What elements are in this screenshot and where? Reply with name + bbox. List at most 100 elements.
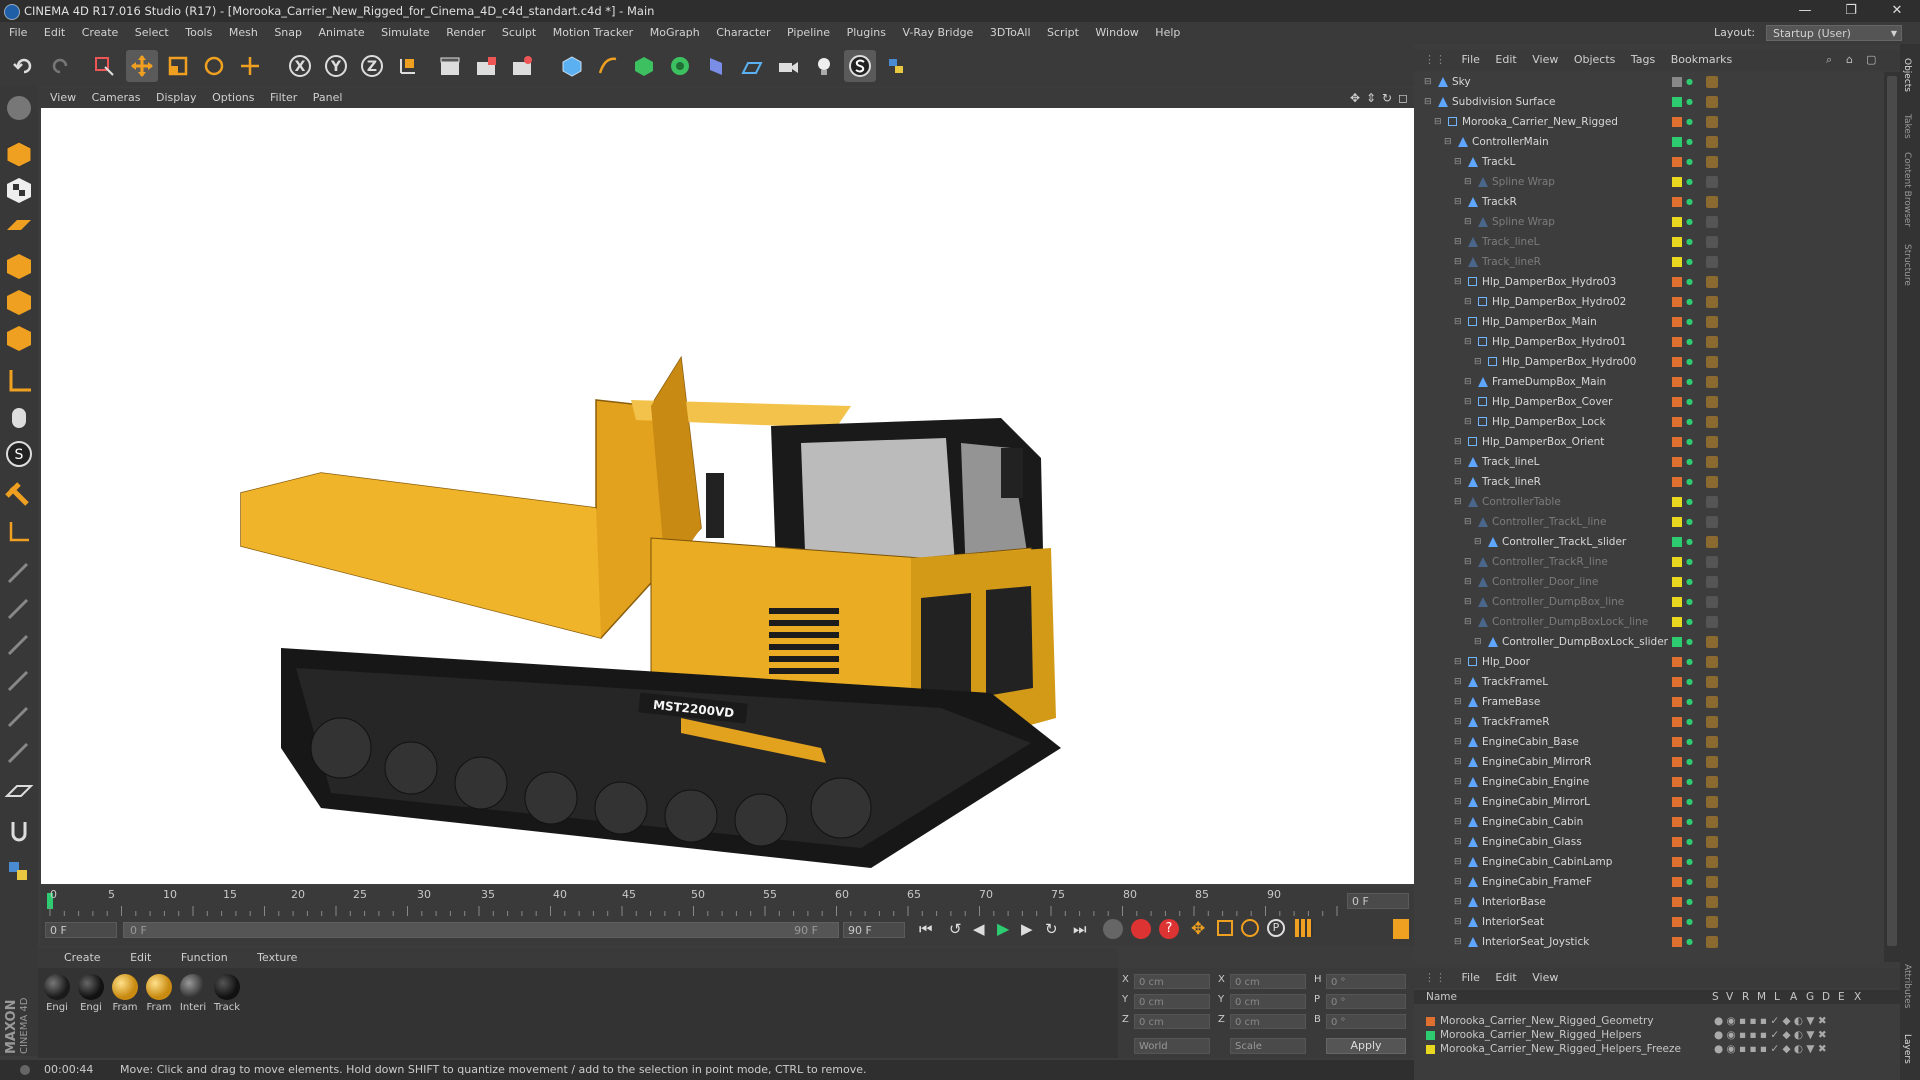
visibility-dot-icon[interactable]: ● [1686, 592, 1693, 612]
viewport-menu-cameras[interactable]: Cameras [92, 91, 141, 104]
layer-color-swatch[interactable] [1672, 477, 1682, 487]
visibility-dot-icon[interactable]: ● [1686, 732, 1693, 752]
object-tree-row[interactable]: ⊟ EngineCabin_Glass ● [1414, 832, 1884, 852]
expand-toggle-icon[interactable]: ⊟ [1454, 712, 1462, 732]
object-tree-scrollbar[interactable] [1884, 72, 1900, 962]
tag-icon[interactable] [1706, 576, 1718, 588]
layer-color-swatch[interactable] [1672, 377, 1682, 387]
expand-toggle-icon[interactable]: ⊟ [1454, 872, 1462, 892]
tag-icon[interactable] [1706, 896, 1718, 908]
previous-frame-icon[interactable]: ◀ [973, 920, 985, 938]
expand-toggle-icon[interactable]: ⊟ [1454, 652, 1462, 672]
tweak-mode-button[interactable] [3, 402, 35, 434]
tag-icon[interactable] [1706, 676, 1718, 688]
expand-toggle-icon[interactable]: ⊟ [1464, 372, 1472, 392]
add-spline-button[interactable] [592, 50, 624, 82]
visibility-dot-icon[interactable]: ● [1686, 812, 1693, 832]
object-name[interactable]: Hlp_DamperBox_Main [1482, 312, 1597, 332]
position-x-field[interactable]: 0 cm [1134, 974, 1210, 989]
tag-icon[interactable] [1706, 796, 1718, 808]
object-name[interactable]: Controller_TrackL_slider [1502, 532, 1626, 552]
viewport-menu-panel[interactable]: Panel [313, 91, 343, 104]
workplane-mode-button[interactable] [3, 210, 35, 242]
menu-edit[interactable]: Edit [44, 26, 65, 39]
layer-color-swatch[interactable] [1672, 157, 1682, 167]
layer-color-swatch[interactable] [1426, 1045, 1435, 1054]
expand-toggle-icon[interactable]: ⊟ [1454, 832, 1462, 852]
tag-icon[interactable] [1706, 356, 1718, 368]
tag-icon[interactable] [1706, 756, 1718, 768]
object-menu-tags[interactable]: Tags [1631, 53, 1655, 66]
expand-toggle-icon[interactable]: ⊟ [1464, 552, 1472, 572]
object-tree-row[interactable]: ⊟ Hlp_DamperBox_Hydro01 ● [1414, 332, 1884, 352]
visibility-dot-icon[interactable]: ● [1686, 92, 1693, 112]
object-tree-row[interactable]: ⊟ Controller_DumpBox_line ● [1414, 592, 1884, 612]
object-tree-row[interactable]: ⊟ Hlp_DamperBox_Hydro02 ● [1414, 292, 1884, 312]
object-tree-row[interactable]: ⊟ InteriorSeat_Joystick ● [1414, 932, 1884, 952]
layer-toggles-icon[interactable]: ● ◉ ▪ ▪ ▪ ✓ ◆ ◐ ▼ ✖ [1714, 1028, 1827, 1042]
expand-toggle-icon[interactable]: ⊟ [1464, 572, 1472, 592]
layer-color-swatch[interactable] [1426, 1031, 1435, 1040]
menu-simulate[interactable]: Simulate [381, 26, 430, 39]
next-frame-icon[interactable]: ▶ [1021, 920, 1033, 938]
visibility-dot-icon[interactable]: ● [1686, 892, 1693, 912]
tag-icon[interactable] [1706, 96, 1718, 108]
scrollbar-thumb[interactable] [1887, 76, 1897, 946]
layer-color-swatch[interactable] [1672, 397, 1682, 407]
material-swatch[interactable]: Fram [110, 974, 140, 1013]
object-name[interactable]: Morooka_Carrier_New_Rigged [1462, 112, 1618, 132]
expand-toggle-icon[interactable]: ⊟ [1454, 692, 1462, 712]
layer-color-swatch[interactable] [1672, 257, 1682, 267]
object-tree-row[interactable]: ⊟ TrackR ● [1414, 192, 1884, 212]
tag-icon[interactable] [1706, 276, 1718, 288]
menu-create[interactable]: Create [82, 26, 119, 39]
rotation-p-field[interactable]: 0 ° [1326, 994, 1406, 1009]
model-mode-button[interactable] [3, 138, 35, 170]
object-tree-row[interactable]: ⊟ Controller_TrackL_line ● [1414, 512, 1884, 532]
object-tree-row[interactable]: ⊟ Hlp_DamperBox_Orient ● [1414, 432, 1884, 452]
object-tree-row[interactable]: ⊟ FrameBase ● [1414, 692, 1884, 712]
position-y-field[interactable]: 0 cm [1134, 994, 1210, 1009]
visibility-dot-icon[interactable]: ● [1686, 272, 1693, 292]
expand-toggle-icon[interactable]: ⊟ [1454, 312, 1462, 332]
home-icon[interactable]: ⌂ [1846, 50, 1853, 70]
layer-color-swatch[interactable] [1672, 737, 1682, 747]
side-tab-layers[interactable]: Layers [1902, 1034, 1912, 1064]
timeline-layout-icon[interactable] [1393, 919, 1409, 939]
visibility-dot-icon[interactable]: ● [1686, 432, 1693, 452]
expand-toggle-icon[interactable]: ⊟ [1454, 852, 1462, 872]
object-tree-row[interactable]: ⊟ Subdivision Surface ● [1414, 92, 1884, 112]
object-name[interactable]: Track_lineR [1482, 472, 1541, 492]
object-name[interactable]: TrackFrameR [1482, 712, 1550, 732]
tag-icon[interactable] [1706, 876, 1718, 888]
object-tree-row[interactable]: ⊟ Track_lineR ● [1414, 252, 1884, 272]
visibility-dot-icon[interactable]: ● [1686, 212, 1693, 232]
layer-name[interactable]: Morooka_Carrier_New_Rigged_Helpers_Freez… [1440, 1042, 1681, 1056]
expand-toggle-icon[interactable]: ⊟ [1454, 732, 1462, 752]
expand-toggle-icon[interactable]: ⊟ [1454, 752, 1462, 772]
object-name[interactable]: Hlp_DamperBox_Orient [1482, 432, 1604, 452]
layer-color-swatch[interactable] [1672, 97, 1682, 107]
go-to-end-icon[interactable]: ⏭ [1073, 920, 1087, 938]
object-name[interactable]: EngineCabin_Cabin [1482, 812, 1583, 832]
material-swatch[interactable]: Engi [76, 974, 106, 1013]
tag-icon[interactable] [1706, 196, 1718, 208]
scale-mode-select[interactable]: Scale [1230, 1038, 1306, 1054]
layer-color-swatch[interactable] [1672, 857, 1682, 867]
tag-icon[interactable] [1706, 656, 1718, 668]
object-name[interactable]: InteriorBase [1482, 892, 1546, 912]
tag-icon[interactable] [1706, 496, 1718, 508]
expand-toggle-icon[interactable]: ⊟ [1474, 532, 1482, 552]
tag-icon[interactable] [1706, 176, 1718, 188]
tag-icon[interactable] [1706, 76, 1718, 88]
layer-color-swatch[interactable] [1672, 577, 1682, 587]
grid-button[interactable] [3, 776, 35, 808]
polygons-mode-button[interactable] [3, 322, 35, 354]
visibility-dot-icon[interactable]: ● [1686, 132, 1693, 152]
tag-icon[interactable] [1706, 696, 1718, 708]
object-name[interactable]: EngineCabin_Glass [1482, 832, 1582, 852]
object-name[interactable]: EngineCabin_MirrorR [1482, 752, 1591, 772]
minimize-button[interactable]: — [1782, 0, 1828, 22]
scale-tool-button[interactable] [162, 50, 194, 82]
object-name[interactable]: TrackR [1482, 192, 1517, 212]
